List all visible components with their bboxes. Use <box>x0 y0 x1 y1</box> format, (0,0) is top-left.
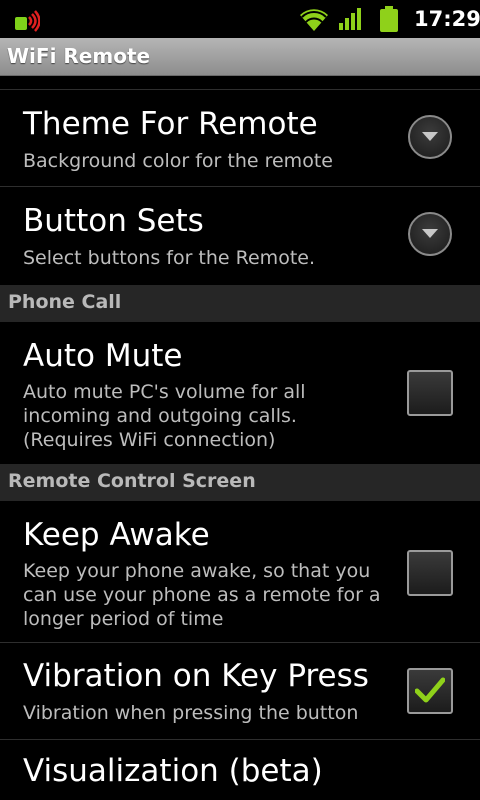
vibration-checkbox[interactable] <box>407 668 453 714</box>
pref-button-sets-title: Button Sets <box>23 203 204 239</box>
pref-vibration-title: Vibration on Key Press <box>23 658 369 694</box>
pref-vibration[interactable]: Vibration on Key Press Vibration when pr… <box>0 643 480 739</box>
status-bar: 17:29 <box>0 0 480 38</box>
theme-dropdown-button[interactable] <box>408 115 452 159</box>
category-phone-call-label: Phone Call <box>8 291 122 313</box>
checkmark-icon <box>415 677 445 703</box>
scroll-shadow <box>0 76 480 89</box>
category-remote-control-screen: Remote Control Screen <box>0 464 480 501</box>
pref-vibration-summary: Vibration when pressing the button <box>23 702 359 724</box>
pref-auto-mute[interactable]: Auto Mute Auto mute PC's volume for all … <box>0 322 480 464</box>
signal-icon <box>339 8 361 30</box>
pref-button-sets-summary: Select buttons for the Remote. <box>23 247 315 269</box>
pref-keep-awake[interactable]: Keep Awake Keep your phone awake, so tha… <box>0 501 480 642</box>
pref-visualization[interactable]: Visualization (beta) <box>0 740 480 800</box>
pref-auto-mute-title: Auto Mute <box>23 338 183 374</box>
notification-icon <box>15 10 40 32</box>
status-time: 17:29 <box>414 7 480 31</box>
pref-theme-summary: Background color for the remote <box>23 150 333 172</box>
title-bar: WiFi Remote <box>0 38 480 76</box>
wifi-icon <box>300 9 328 32</box>
keep-awake-checkbox[interactable] <box>407 550 453 596</box>
pref-theme-title: Theme For Remote <box>23 106 318 142</box>
battery-icon <box>380 6 398 32</box>
pref-theme[interactable]: Theme For Remote Background color for th… <box>0 90 480 186</box>
dropdown-arrow-icon <box>422 132 438 141</box>
button-sets-dropdown-button[interactable] <box>408 212 452 256</box>
pref-keep-awake-title: Keep Awake <box>23 517 210 553</box>
pref-visualization-title: Visualization (beta) <box>23 753 323 789</box>
category-phone-call: Phone Call <box>0 285 480 322</box>
dropdown-arrow-icon <box>422 229 438 238</box>
auto-mute-checkbox[interactable] <box>407 370 453 416</box>
app-title: WiFi Remote <box>7 44 151 68</box>
pref-button-sets[interactable]: Button Sets Select buttons for the Remot… <box>0 187 480 284</box>
pref-auto-mute-summary: Auto mute PC's volume for all incoming a… <box>23 381 306 451</box>
category-remote-control-screen-label: Remote Control Screen <box>8 470 256 492</box>
pref-keep-awake-summary: Keep your phone awake, so that you can u… <box>23 560 381 630</box>
